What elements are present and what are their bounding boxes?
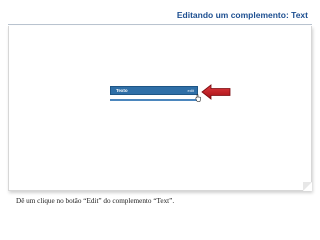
instruction-caption: Dê um clique no botão “Edit” do compleme… — [16, 197, 175, 205]
red-arrow-icon — [201, 84, 231, 100]
slide-title: Editando um complemento: Text — [176, 10, 308, 20]
widget-underline — [110, 99, 198, 101]
screenshot-frame — [8, 26, 312, 191]
page-curl-decoration — [303, 182, 312, 191]
title-divider — [8, 24, 312, 25]
edit-button[interactable]: edit — [188, 87, 194, 94]
text-widget-header: Texto edit — [110, 86, 198, 95]
widget-title: Texto — [116, 88, 128, 93]
